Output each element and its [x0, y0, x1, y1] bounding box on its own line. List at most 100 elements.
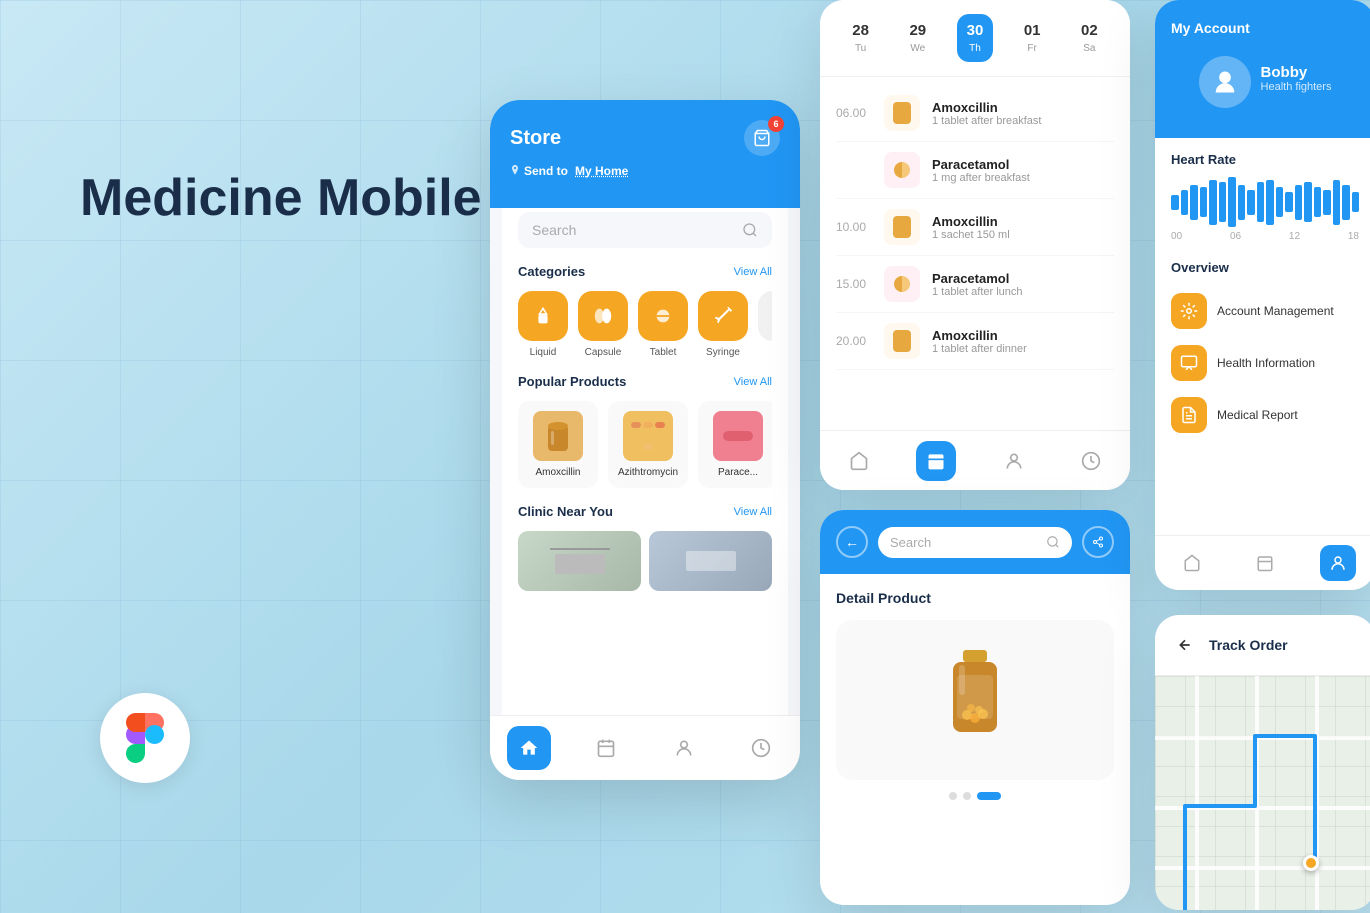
search-bar[interactable]: Search [518, 212, 772, 248]
medical-report-item[interactable]: Medical Report [1171, 389, 1359, 441]
heart-rate-bar [1285, 192, 1293, 212]
med-icon-1 [884, 95, 920, 131]
medical-report-icon [1171, 397, 1207, 433]
category-capsule[interactable]: Capsule [578, 291, 628, 358]
capsule-label: Capsule [585, 347, 622, 358]
med-info-4: Paracetamol 1 tablet after lunch [932, 271, 1114, 298]
day-28[interactable]: 28 Tu [842, 14, 879, 62]
acc-nav-home[interactable] [1174, 545, 1210, 581]
med-icon-3 [884, 209, 920, 245]
med-dose-3: 1 sachet 150 ml [932, 229, 1114, 241]
acc-nav-schedule[interactable] [1247, 545, 1283, 581]
cart-button[interactable]: 6 [744, 120, 780, 156]
categories-label: Categories [518, 264, 585, 279]
detail-product-title: Detail Product [836, 590, 1114, 606]
day-28-num: 28 [852, 22, 869, 39]
dot-active [977, 792, 1001, 800]
day-02[interactable]: 02 Sa [1071, 14, 1108, 62]
nav-history[interactable] [739, 726, 783, 770]
heart-rate-bar [1304, 182, 1312, 222]
health-info-label: Health Information [1217, 356, 1315, 370]
pill-icon-3 [893, 216, 911, 238]
capsule-icon [578, 291, 628, 341]
tablet-icon [638, 291, 688, 341]
clinic-card-2[interactable] [649, 531, 772, 591]
day-30[interactable]: 30 Th [957, 14, 994, 62]
track-order-screen: Track Order [1155, 615, 1370, 910]
heart-rate-bar [1295, 185, 1303, 220]
schedule-bottom-nav [820, 430, 1130, 490]
nav-schedule[interactable] [584, 726, 628, 770]
track-back-button[interactable] [1171, 631, 1199, 659]
heart-rate-bar [1266, 180, 1274, 225]
track-title: Track Order [1209, 637, 1288, 653]
delivery-marker [1303, 855, 1319, 871]
sched-nav-schedule[interactable] [916, 441, 956, 481]
pill-icon-1 [893, 102, 911, 124]
categories-view-all[interactable]: View All [734, 266, 772, 278]
azith-name: Azithtromycin [618, 467, 678, 478]
account-management-icon [1171, 293, 1207, 329]
heart-rate-bar [1171, 195, 1179, 210]
med-name-5: Amoxcillin [932, 328, 1114, 343]
nav-profile[interactable] [662, 726, 706, 770]
time-2000: 20.00 [836, 334, 872, 348]
product-parace[interactable]: Parace... [698, 401, 772, 488]
category-tablet[interactable]: Tablet [638, 291, 688, 358]
search-placeholder: Search [532, 222, 734, 238]
clinic-card-1[interactable] [518, 531, 641, 591]
category-syringe[interactable]: Syringe [698, 291, 748, 358]
day-29[interactable]: 29 We [899, 14, 936, 62]
sched-nav-profile[interactable] [994, 441, 1034, 481]
dot-1 [949, 792, 957, 800]
acc-nav-profile[interactable] [1320, 545, 1356, 581]
syringe-label: Syringe [706, 347, 740, 358]
account-management-item[interactable]: Account Management [1171, 285, 1359, 337]
product-amoxcillin[interactable]: Amoxcillin [518, 401, 598, 488]
heart-rate-bar [1323, 190, 1331, 215]
capsule-icon-2 [894, 162, 910, 178]
nav-home[interactable] [507, 726, 551, 770]
med-name-3: Amoxcillin [932, 214, 1114, 229]
overview-label: Overview [1171, 260, 1359, 275]
category-liquid[interactable]: Liquid [518, 291, 568, 358]
account-header: My Account Bobby Health fighters [1155, 0, 1370, 138]
detail-search-bar[interactable]: Search [878, 527, 1072, 558]
sched-nav-home[interactable] [839, 441, 879, 481]
amoxcillin-name: Amoxcillin [535, 467, 580, 478]
category-more [758, 291, 772, 358]
popular-header: Popular Products View All [518, 374, 772, 389]
heart-rate-bar [1314, 187, 1322, 217]
overview-section: Overview Account Management Health Infor… [1155, 250, 1370, 451]
location-name[interactable]: My Home [575, 164, 628, 178]
detail-search-text: Search [890, 535, 1040, 550]
parace-name: Parace... [718, 467, 758, 478]
chart-label-06: 06 [1230, 231, 1241, 242]
schedule-entry-2: Paracetamol 1 mg after breakfast [836, 142, 1114, 199]
med-info-1: Amoxcillin 1 tablet after breakfast [932, 100, 1114, 127]
account-title: My Account [1171, 20, 1250, 36]
account-screen: My Account Bobby Health fighters Heart R… [1155, 0, 1370, 590]
store-body: Search Categories View All Liquid Capsul… [502, 196, 788, 776]
product-azith[interactable]: Azithtromycin [608, 401, 688, 488]
map-area [1155, 676, 1370, 910]
day-01[interactable]: 01 Fr [1014, 14, 1051, 62]
heart-rate-chart [1171, 177, 1359, 227]
med-dose-1: 1 tablet after breakfast [932, 115, 1114, 127]
share-button[interactable] [1082, 526, 1114, 558]
heart-rate-bar [1209, 180, 1217, 225]
clinic-label: Clinic Near You [518, 504, 613, 519]
heart-rate-bar [1247, 190, 1255, 215]
med-name-2: Paracetamol [932, 157, 1114, 172]
detail-screen: ← Search Detail Product [820, 510, 1130, 905]
med-dose-4: 1 tablet after lunch [932, 286, 1114, 298]
schedule-entry-1: 06.00 Amoxcillin 1 tablet after breakfas… [836, 85, 1114, 142]
back-button[interactable]: ← [836, 526, 868, 558]
sched-nav-history[interactable] [1071, 441, 1111, 481]
parace-img [713, 411, 763, 461]
clinic-view-all[interactable]: View All [734, 506, 772, 518]
track-header: Track Order [1155, 615, 1370, 676]
health-info-item[interactable]: Health Information [1171, 337, 1359, 389]
med-dose-5: 1 tablet after dinner [932, 343, 1114, 355]
popular-view-all[interactable]: View All [734, 376, 772, 388]
